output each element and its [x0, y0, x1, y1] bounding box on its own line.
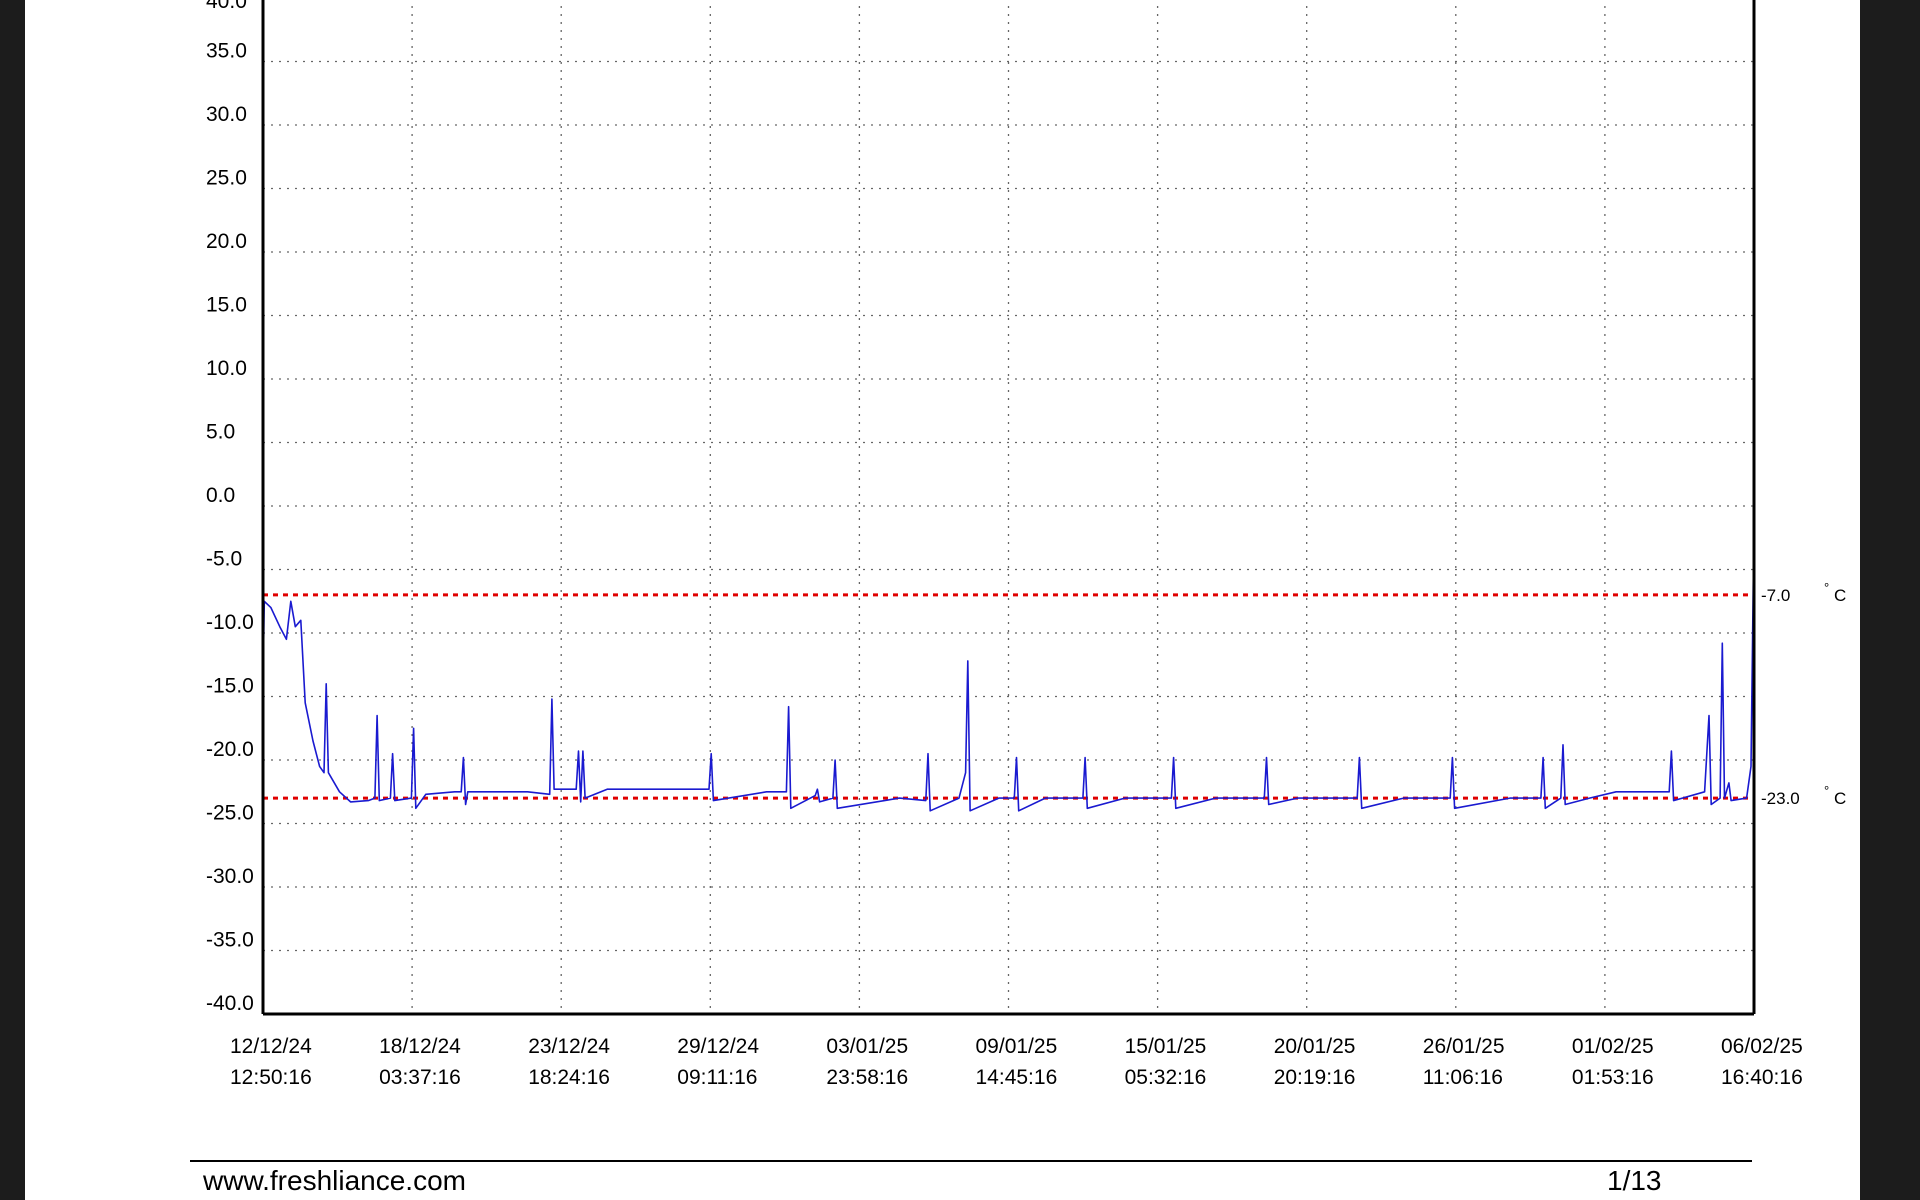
- x-tick-time-label: 23:58:16: [826, 1066, 908, 1089]
- y-tick-label: -35.0: [206, 929, 254, 952]
- temperature-series-line: [262, 423, 1755, 812]
- x-tick-date-label: 29/12/24: [677, 1035, 759, 1058]
- temperature-chart: 35.0 30.0 25.0 20.0 15.0 10.0 5.0 0.0 -5.0 -10.0 -…: [206, 0, 1846, 1089]
- x-tick-time-label: 12:50:16: [230, 1066, 312, 1089]
- y-tick-label: -40.0: [206, 992, 254, 1015]
- x-tick-time-label: 18:24:16: [528, 1066, 610, 1089]
- y-tick-label: -15.0: [206, 675, 254, 698]
- y-axis-tick-labels: 35.0 30.0 25.0 20.0 15.0 10.0 5.0 0.0 -5.0 -10.0 -…: [206, 0, 254, 1015]
- chart-gridlines: [263, 0, 1754, 1014]
- y-tick-label: 30.0: [206, 103, 247, 126]
- threshold-labels: -7.0 C ° -23.0 C °: [1761, 580, 1846, 808]
- x-tick-date-label: 01/02/25: [1572, 1035, 1654, 1058]
- x-tick-time-label: 16:40:16: [1721, 1066, 1803, 1089]
- y-tick-label: 5.0: [206, 421, 235, 444]
- y-tick-label: 15.0: [206, 294, 247, 317]
- x-tick-time-label: 03:37:16: [379, 1066, 461, 1089]
- y-tick-label: -5.0: [206, 548, 242, 571]
- x-tick-date-label: 20/01/25: [1274, 1035, 1356, 1058]
- x-tick-time-label: 01:53:16: [1572, 1066, 1654, 1089]
- chart-series: [262, 423, 1755, 812]
- y-tick-label: -20.0: [206, 738, 254, 761]
- x-tick-time-label: 09:11:16: [677, 1066, 757, 1089]
- x-tick-date-label: 09/01/25: [976, 1035, 1058, 1058]
- x-tick-time-label: 14:45:16: [976, 1066, 1058, 1089]
- x-tick-date-label: 18/12/24: [379, 1035, 461, 1058]
- footer-divider: [190, 1160, 1752, 1162]
- y-tick-label: 10.0: [206, 357, 247, 380]
- chart-axes: [261, 0, 1756, 1016]
- threshold-degree-sign: °: [1824, 783, 1829, 798]
- x-tick-time-label: 11:06:16: [1423, 1066, 1503, 1089]
- x-tick-date-label: 23/12/24: [528, 1035, 610, 1058]
- x-axis-tick-labels: 12/12/24 12:50:16 18/12/24 03:37:16 23/12/24…: [230, 1035, 1803, 1089]
- y-tick-label: 0.0: [206, 484, 235, 507]
- y-tick-label-top: 40.0: [206, 0, 247, 13]
- y-tick-label: -10.0: [206, 611, 254, 634]
- page-indicator: 1/13: [1607, 1165, 1662, 1196]
- threshold-unit-label: C: [1834, 586, 1846, 605]
- x-tick-date-label: 12/12/24: [230, 1035, 312, 1058]
- y-tick-label: -30.0: [206, 865, 254, 888]
- y-tick-label: 20.0: [206, 230, 247, 253]
- y-tick-label: 25.0: [206, 167, 247, 190]
- footer-website-url: www.freshliance.com: [203, 1165, 466, 1196]
- x-tick-date-label: 03/01/25: [826, 1035, 908, 1058]
- pdf-page: 35.0 30.0 25.0 20.0 15.0 10.0 5.0 0.0 -5.0 -10.0 -…: [25, 0, 1860, 1200]
- threshold-degree-sign: °: [1824, 580, 1829, 595]
- x-tick-time-label: 05:32:16: [1125, 1066, 1207, 1089]
- x-tick-date-label: 26/01/25: [1423, 1035, 1505, 1058]
- y-tick-label: -25.0: [206, 802, 254, 825]
- x-tick-date-label: 15/01/25: [1125, 1035, 1207, 1058]
- threshold-label: -7.0: [1761, 586, 1790, 605]
- x-tick-date-label: 06/02/25: [1721, 1035, 1803, 1058]
- y-tick-label: 35.0: [206, 40, 247, 63]
- x-tick-time-label: 20:19:16: [1274, 1066, 1356, 1089]
- threshold-unit-label: C: [1834, 789, 1846, 808]
- threshold-label: -23.0: [1761, 789, 1800, 808]
